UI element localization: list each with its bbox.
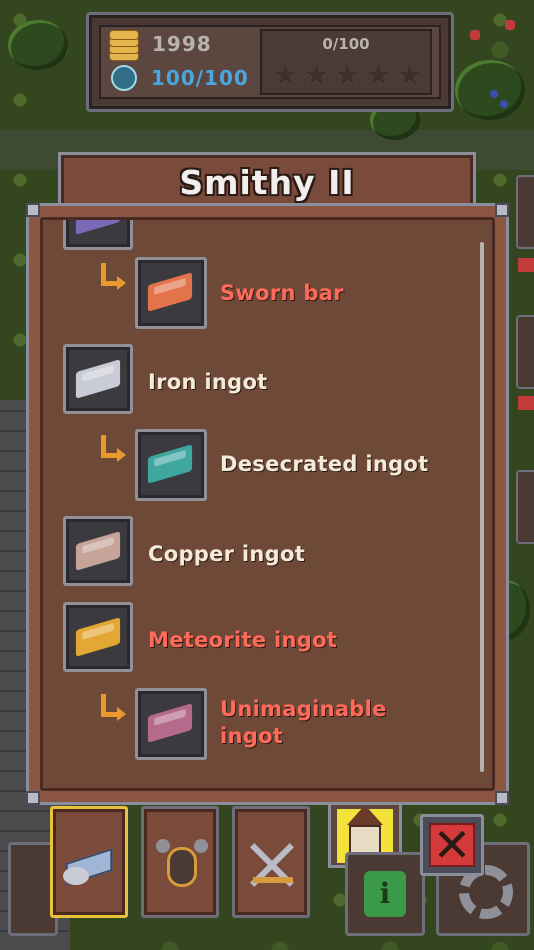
sub-recipe-arrow-icon bbox=[99, 263, 126, 291]
item-label-sworn-bar[interactable]: Sworn bar bbox=[220, 281, 344, 305]
gold-coins-icon bbox=[109, 29, 139, 61]
unimaginable-ingot-icon bbox=[147, 703, 193, 743]
star-icon: ★ bbox=[365, 58, 392, 93]
item-label-iron-ingot[interactable]: Iron ingot bbox=[148, 370, 268, 394]
side-indicator bbox=[518, 396, 534, 410]
berry bbox=[500, 100, 508, 108]
item-slot-sworn-bar[interactable] bbox=[135, 257, 207, 329]
panel-corner bbox=[495, 791, 509, 805]
star-rating: ★ ★ ★ ★ ★ bbox=[270, 58, 425, 93]
ingots-tab-icon bbox=[63, 837, 119, 893]
tab-armor[interactable] bbox=[141, 806, 219, 918]
berry bbox=[490, 90, 498, 98]
close-button[interactable]: ✕ bbox=[420, 814, 484, 876]
side-button[interactable] bbox=[516, 175, 534, 249]
desecrated-ingot-icon bbox=[147, 444, 193, 484]
panel-corner bbox=[26, 791, 40, 805]
copper-ingot-icon bbox=[75, 531, 121, 571]
soul-amount: 100/100 bbox=[151, 66, 249, 90]
close-icon: ✕ bbox=[429, 822, 475, 868]
armor-tab-icon bbox=[154, 837, 210, 893]
ingot-icon bbox=[75, 220, 121, 235]
star-icon: ★ bbox=[272, 58, 299, 93]
sub-recipe-arrow-icon bbox=[99, 435, 126, 463]
item-slot-partial[interactable] bbox=[63, 220, 133, 250]
flower bbox=[505, 20, 515, 30]
star-icon: ★ bbox=[396, 58, 423, 93]
item-slot-unimaginable-ingot[interactable] bbox=[135, 688, 207, 760]
star-icon: ★ bbox=[334, 58, 361, 93]
smithy-panel: Sworn bar Iron ingot Desecrated ingot Co… bbox=[26, 203, 509, 805]
item-slot-meteorite-ingot[interactable] bbox=[63, 602, 133, 672]
sworn-bar-icon bbox=[147, 272, 193, 312]
resource-hud: 1998 100/100 0/100 ★ ★ ★ ★ ★ bbox=[86, 12, 454, 112]
sub-recipe-arrow-icon bbox=[99, 694, 126, 722]
info-button[interactable]: i bbox=[345, 852, 425, 936]
soul-orb-icon bbox=[111, 65, 137, 91]
info-icon: i bbox=[364, 871, 406, 917]
meteorite-ingot-icon bbox=[75, 617, 121, 657]
bush bbox=[455, 60, 525, 120]
item-label-copper-ingot[interactable]: Copper ingot bbox=[148, 542, 305, 566]
recipe-list[interactable]: Sworn bar Iron ingot Desecrated ingot Co… bbox=[40, 217, 495, 791]
panel-corner bbox=[495, 203, 509, 217]
item-label-meteorite-ingot[interactable]: Meteorite ingot bbox=[148, 628, 337, 652]
item-label-desecrated-ingot[interactable]: Desecrated ingot bbox=[220, 452, 428, 476]
window-title: Smithy II bbox=[179, 163, 355, 202]
side-button[interactable] bbox=[516, 315, 534, 389]
item-slot-desecrated-ingot[interactable] bbox=[135, 429, 207, 501]
bush bbox=[8, 20, 68, 70]
swords-tab-icon bbox=[245, 837, 301, 893]
flower bbox=[470, 30, 480, 40]
side-indicator bbox=[518, 258, 534, 272]
iron-ingot-icon bbox=[75, 359, 121, 399]
panel-corner bbox=[26, 203, 40, 217]
star-icon: ★ bbox=[303, 58, 330, 93]
item-slot-iron-ingot[interactable] bbox=[63, 344, 133, 414]
gold-amount: 1998 bbox=[152, 32, 212, 56]
progress-label: 0/100 bbox=[322, 35, 370, 53]
list-scrollbar[interactable] bbox=[480, 242, 484, 772]
tab-weapons[interactable] bbox=[232, 806, 310, 918]
level-progress: 0/100 ★ ★ ★ ★ ★ bbox=[260, 29, 432, 95]
item-label-unimaginable-ingot[interactable]: Unimaginable ingot bbox=[220, 696, 420, 750]
side-button[interactable] bbox=[516, 470, 534, 544]
item-slot-copper-ingot[interactable] bbox=[63, 516, 133, 586]
tab-ingots[interactable] bbox=[50, 806, 128, 918]
